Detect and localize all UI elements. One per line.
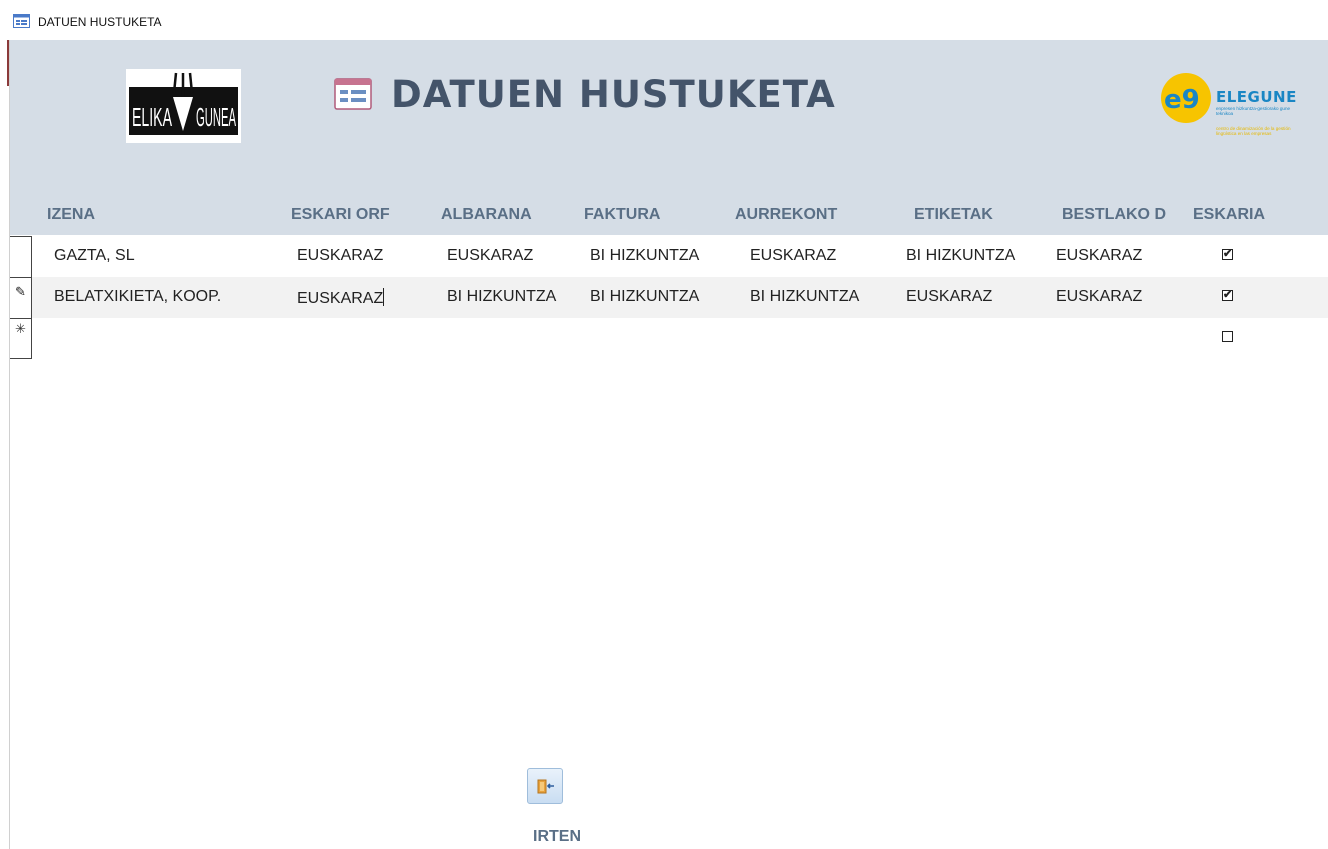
- column-header-eskaria: ESKARIA: [1193, 206, 1266, 223]
- eskaria-checkbox[interactable]: ✔: [1222, 249, 1233, 260]
- cell-bestlako[interactable]: EUSKARAZ: [1056, 288, 1142, 306]
- elegune-logo: e9 ELEGUNE enpresen hizkuntza-gestiorako…: [1158, 62, 1298, 154]
- form-header-icon: [334, 78, 372, 110]
- cell-etiketak[interactable]: BI HIZKUNTZA: [906, 247, 1015, 265]
- elegune-logo-text: ELEGUNE: [1216, 88, 1297, 106]
- cell-bestlako[interactable]: EUSKARAZ: [1056, 247, 1142, 265]
- elika-gunea-logo: ELIKA GUNEA: [126, 69, 241, 143]
- cell-eskari-active[interactable]: EUSKARAZ: [297, 288, 385, 308]
- asterisk-new-icon: ✳: [15, 321, 26, 336]
- table-row[interactable]: ✎ BELATXIKIETA, KOOP. EUSKARAZ BI HIZKUN…: [10, 277, 1328, 318]
- column-header-aurrekont: AURREKONT: [735, 206, 838, 223]
- exit-door-icon: [537, 779, 554, 794]
- svg-text:ELIKA: ELIKA: [132, 102, 172, 132]
- table-row[interactable]: GAZTA, SL EUSKARAZ EUSKARAZ BI HIZKUNTZA…: [10, 236, 1328, 277]
- column-header-bestlako: BESTLAKO D: [1062, 206, 1166, 223]
- cell-albarana[interactable]: EUSKARAZ: [447, 247, 533, 265]
- column-header-albarana: ALBARANA: [441, 206, 532, 223]
- cell-eskari[interactable]: EUSKARAZ: [297, 247, 383, 265]
- text-caret: [383, 288, 385, 306]
- exit-button-label[interactable]: IRTEN: [533, 828, 581, 846]
- elegune-logo-line1: enpresen hizkuntza-gestiorako gune tekni…: [1216, 106, 1291, 116]
- pencil-edit-icon: ✎: [15, 284, 26, 299]
- cell-izena[interactable]: BELATXIKIETA, KOOP.: [54, 288, 221, 306]
- record-selector-editing[interactable]: ✎: [10, 277, 32, 318]
- elegune-logo-line2: centro de dinamización de la gestión lin…: [1216, 126, 1291, 136]
- svg-text:e9: e9: [1164, 85, 1200, 115]
- cell-faktura[interactable]: BI HIZKUNTZA: [590, 288, 699, 306]
- cell-albarana[interactable]: BI HIZKUNTZA: [447, 288, 556, 306]
- cell-aurrekont[interactable]: BI HIZKUNTZA: [750, 288, 859, 306]
- record-selector[interactable]: [10, 236, 32, 277]
- window-tab[interactable]: DATUEN HUSTUKETA: [0, 0, 1328, 40]
- column-header-eskari: ESKARI ORF: [291, 206, 390, 223]
- cell-izena[interactable]: GAZTA, SL: [54, 247, 135, 265]
- eskaria-checkbox[interactable]: [1222, 331, 1233, 342]
- column-header-etiketak: ETIKETAK: [914, 206, 993, 223]
- window-title: DATUEN HUSTUKETA: [38, 15, 162, 29]
- column-header-faktura: FAKTURA: [584, 206, 661, 223]
- new-record-row[interactable]: ✳: [10, 318, 1328, 359]
- svg-text:GUNEA: GUNEA: [196, 102, 236, 132]
- cell-aurrekont[interactable]: EUSKARAZ: [750, 247, 836, 265]
- new-record-selector[interactable]: ✳: [10, 318, 32, 359]
- cell-eskari-text: EUSKARAZ: [297, 290, 384, 307]
- form-icon: [13, 14, 30, 28]
- cell-faktura[interactable]: BI HIZKUNTZA: [590, 247, 699, 265]
- exit-button[interactable]: [527, 768, 563, 804]
- cell-etiketak[interactable]: EUSKARAZ: [906, 288, 992, 306]
- column-header-izena: IZENA: [47, 206, 95, 223]
- eskaria-checkbox[interactable]: ✔: [1222, 290, 1233, 301]
- page-title: DATUEN HUSTUKETA: [391, 73, 836, 116]
